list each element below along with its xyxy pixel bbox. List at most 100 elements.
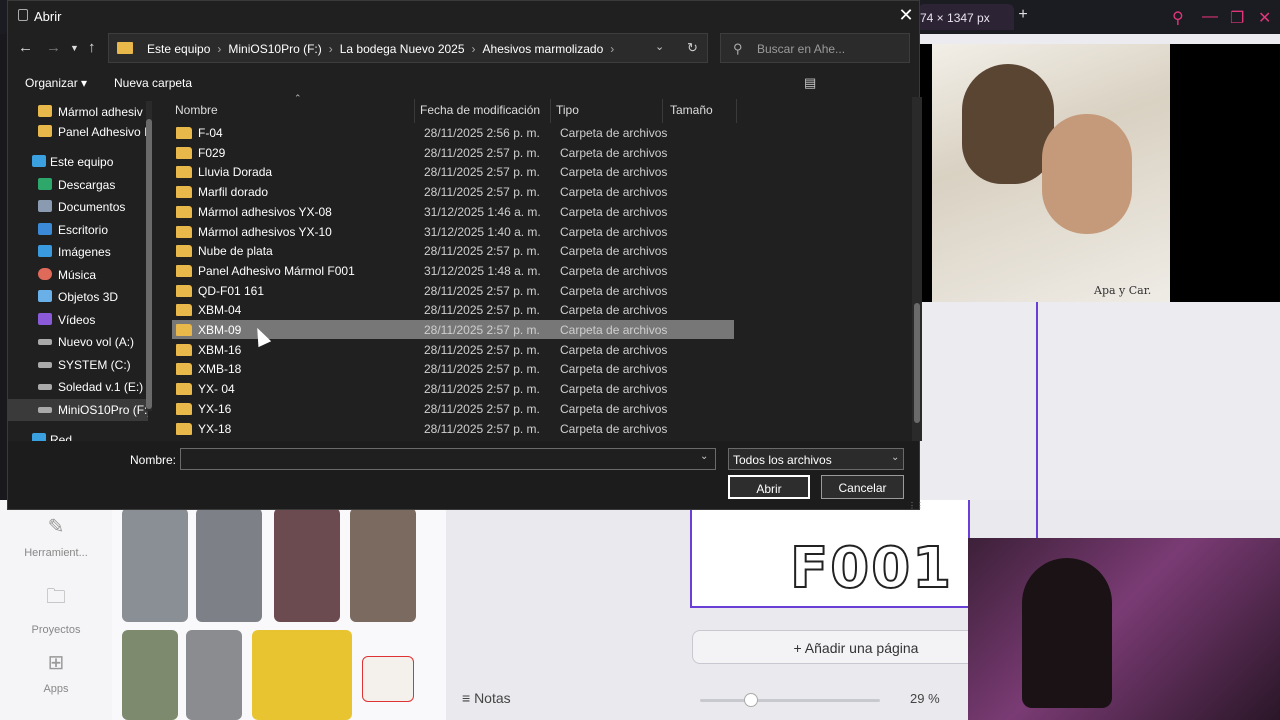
zoom-slider[interactable] [700,699,880,702]
breadcrumb-item[interactable]: MiniOS10Pro (F:) [228,42,321,56]
file-row[interactable]: QD-F01 161 28/11/2025 2:57 p. m. Carpeta d… [172,281,734,300]
sidebar-item-marmol[interactable]: Mármol adhesiv [8,101,148,123]
chevron-down-icon[interactable]: ⌄ [700,451,708,462]
file-row[interactable]: Mármol adhesivos YX-10 31/12/2025 1:40 a.… [172,222,734,241]
sidebar-item-downloads[interactable]: Descargas [8,174,148,196]
resize-grip-icon[interactable]: ⋮⋮ [908,501,924,510]
file-row[interactable]: Marfil dorado 28/11/2025 2:57 p. m. Carpet… [172,182,734,201]
cancel-button[interactable]: Cancelar [821,475,904,499]
file-list-scrollbar-thumb[interactable] [914,303,920,423]
folder-icon: 🗀 [46,586,66,608]
column-divider[interactable] [736,99,737,123]
file-row[interactable]: F029 28/11/2025 2:57 p. m. Carpeta de arch… [172,143,734,162]
file-date: 28/11/2025 2:57 p. m. [424,421,540,436]
column-header-date[interactable]: Fecha de modificación [420,103,540,117]
dialog-footer: Nombre: ⌄ Todos los archivos ⌄ Abrir Can… [8,441,924,510]
sidebar-item-this-pc[interactable]: Este equipo [8,151,148,173]
view-options-icon[interactable]: ▤ [804,75,816,91]
file-row[interactable]: Panel Adhesivo Mármol F001 31/12/2025 1:4… [172,261,734,280]
recent-chevron-icon[interactable]: ▼ [70,43,79,53]
drive-icon [38,407,52,413]
breadcrumb-item[interactable]: Ahesivos marmolizado [483,42,604,56]
file-name: YX-18 [198,421,232,436]
column-divider[interactable] [662,99,663,123]
file-row[interactable]: Nube de plata 28/11/2025 2:57 p. m. Carpet… [172,241,734,260]
file-row[interactable]: YX-16 28/11/2025 2:57 p. m. Carpeta de arc… [172,399,734,418]
sidebar-item-3d-objects[interactable]: Objetos 3D [8,286,148,308]
close-icon[interactable]: ✕ [896,5,916,25]
file-row[interactable]: YX- 04 28/11/2025 2:57 p. m. Carpeta de ar… [172,379,734,398]
sidebar-item-network[interactable]: Red [8,429,148,441]
new-tab-button[interactable]: + [1014,6,1032,26]
thumbnail[interactable] [252,630,352,720]
breadcrumb-item[interactable]: La bodega Nuevo 2025 [340,42,465,56]
sidebar-item-desktop[interactable]: Escritorio [8,219,148,241]
file-row[interactable]: Mármol adhesivos YX-08 31/12/2025 1:46 a.… [172,202,734,221]
address-bar[interactable]: Este equipo › MiniOS10Pro (F:) › La bodega N… [108,33,708,63]
file-row[interactable]: XMB-18 28/11/2025 2:57 p. m. Carpeta de ar… [172,359,734,378]
forward-icon[interactable]: → [46,39,61,56]
file-row[interactable]: XBM-04 28/11/2025 2:57 p. m. Carpeta de ar… [172,300,734,319]
sidebar-item-images[interactable]: Imágenes [8,241,148,263]
sidebar-scrollbar-thumb[interactable] [146,119,152,409]
back-icon[interactable]: ← [18,39,33,56]
file-row[interactable]: Lluvia Dorada 28/11/2025 2:57 p. m. Carpet… [172,162,734,181]
file-type: Carpeta de archivos [560,145,668,160]
file-row[interactable]: F-04 28/11/2025 2:56 p. m. Carpeta de arch… [172,123,734,142]
rail-tools[interactable]: ✎ Herramient... [20,514,92,559]
chevron-right-icon[interactable]: › [217,42,221,56]
file-name: XBM-09 [198,323,242,337]
file-row[interactable]: YX-18 28/11/2025 2:57 p. m. Carpeta de arc… [172,419,734,438]
file-type: Carpeta de archivos [560,204,668,219]
close-icon[interactable]: ✕ [1258,8,1271,28]
organize-menu[interactable]: Organizar ▾ [25,76,87,90]
thumbnail[interactable] [122,630,178,720]
chevron-right-icon[interactable]: › [610,42,614,56]
column-header-type[interactable]: Tipo [556,103,579,117]
chevron-right-icon[interactable]: › [472,42,476,56]
folder-icon [176,324,192,336]
sidebar-item-drive-f[interactable]: MiniOS10Pro (F:) [8,399,148,421]
chevron-down-icon[interactable]: ⌄ [655,40,664,53]
search-icon[interactable]: ⚲ [1172,8,1184,28]
up-icon[interactable]: ↑ [88,39,96,56]
browser-tab[interactable]: 74 × 1347 px [918,4,1014,30]
thumbnail[interactable] [350,508,416,622]
column-header-size[interactable]: Tamaño [670,103,713,117]
open-button[interactable]: Abrir [728,475,810,499]
refresh-icon[interactable]: ↻ [687,40,698,56]
canvas-text[interactable]: F001 [789,535,953,602]
column-divider[interactable] [414,99,415,123]
notes-button[interactable]: ≡ Notas [462,690,511,706]
minimize-icon[interactable]: — [1202,8,1218,26]
file-type-filter[interactable]: Todos los archivos ⌄ [728,448,904,470]
navigation-bar: ← → ▼ ↑ Este equipo › MiniOS10Pro (F:) › La … [8,33,919,65]
sidebar-item-drive-c[interactable]: SYSTEM (C:) [8,354,148,376]
thumbnail[interactable] [196,508,262,622]
restore-icon[interactable]: ❐ [1230,8,1244,28]
zoom-slider-handle[interactable] [744,693,758,707]
thumbnail[interactable] [186,630,242,720]
rail-apps[interactable]: ⊞ Apps [20,650,92,695]
thumbnail[interactable] [362,656,414,702]
sidebar-item-drive-e[interactable]: Soledad v.1 (E:) [8,376,148,398]
sidebar-item-videos[interactable]: Vídeos [8,309,148,331]
column-header-name[interactable]: Nombre [175,103,218,117]
sidebar-item-drive-a[interactable]: Nuevo vol (A:) [8,331,148,353]
sidebar-item-music[interactable]: Música [8,264,148,286]
new-folder-button[interactable]: Nueva carpeta [114,76,192,90]
file-type: Carpeta de archivos [560,283,668,298]
sidebar-item-documents[interactable]: Documentos [8,196,148,218]
thumbnail[interactable] [274,508,340,622]
column-divider[interactable] [550,99,551,123]
chevron-right-icon[interactable]: › [329,42,333,56]
search-box[interactable]: ⚲ [720,33,910,63]
search-input[interactable] [757,39,907,59]
rail-projects[interactable]: 🗀 Proyectos [20,582,92,636]
sidebar-item-panel[interactable]: Panel Adhesivo I [8,121,148,143]
file-name-input[interactable] [180,448,716,470]
thumbnail[interactable] [122,508,188,622]
dialog-title-bar[interactable]: Abrir ✕ [8,1,919,31]
sort-ascending-icon: ⌃ [294,93,302,103]
breadcrumb-item[interactable]: Este equipo [147,42,210,56]
